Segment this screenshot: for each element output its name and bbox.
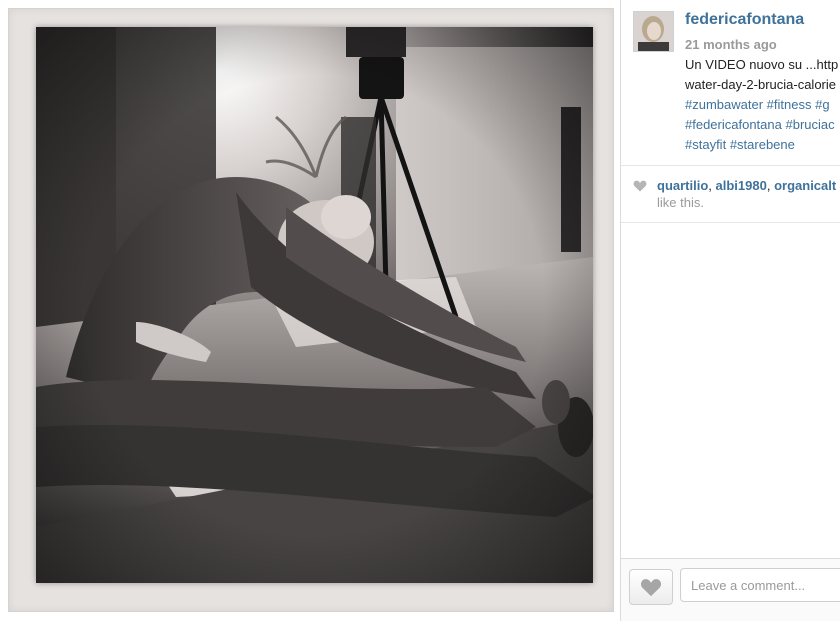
post-photo[interactable] [36, 27, 593, 583]
hashtag-link[interactable]: #fitness [767, 97, 812, 112]
hashtag-link[interactable]: #zumbawater [685, 97, 763, 112]
liker-link[interactable]: albi1980 [716, 178, 767, 193]
divider [621, 222, 840, 223]
hashtag-link[interactable]: #stayfit [685, 137, 726, 152]
avatar-image [634, 12, 673, 51]
avatar[interactable] [633, 11, 674, 52]
likers-list: quartilio, albi1980, organicalt [657, 178, 837, 193]
comment-bar [621, 558, 840, 621]
hashtag-link[interactable]: #g [815, 97, 829, 112]
heart-icon [633, 180, 647, 192]
caption-line: Un VIDEO nuovo su ...http [685, 57, 839, 72]
hashtag-link[interactable]: #federicafontana [685, 117, 782, 132]
divider [621, 165, 840, 166]
hashtag-link[interactable]: #bruciac [785, 117, 834, 132]
caption-line: water-day-2-brucia-calorie [685, 77, 836, 92]
post-sidebar: federicafontana 21 months ago Un VIDEO n… [620, 0, 840, 621]
photo-pane [0, 0, 620, 621]
username-link[interactable]: federicafontana [685, 11, 804, 29]
hashtag-line: #stayfit #starebene [685, 135, 840, 155]
comment-input[interactable] [680, 568, 840, 602]
photo-illustration [36, 27, 593, 583]
post-timestamp[interactable]: 21 months ago [685, 37, 777, 52]
liker-link[interactable]: quartilio [657, 178, 708, 193]
likes-suffix: like this. [657, 195, 704, 210]
liker-link[interactable]: organicalt [774, 178, 836, 193]
hashtag-line: #zumbawater #fitness #g [685, 95, 840, 115]
hashtag-line: #federicafontana #bruciac [685, 115, 840, 135]
like-button[interactable] [629, 569, 673, 605]
hashtag-link[interactable]: #starebene [730, 137, 795, 152]
post-caption: Un VIDEO nuovo su ...http water-day-2-br… [685, 55, 840, 155]
heart-icon [640, 579, 662, 597]
